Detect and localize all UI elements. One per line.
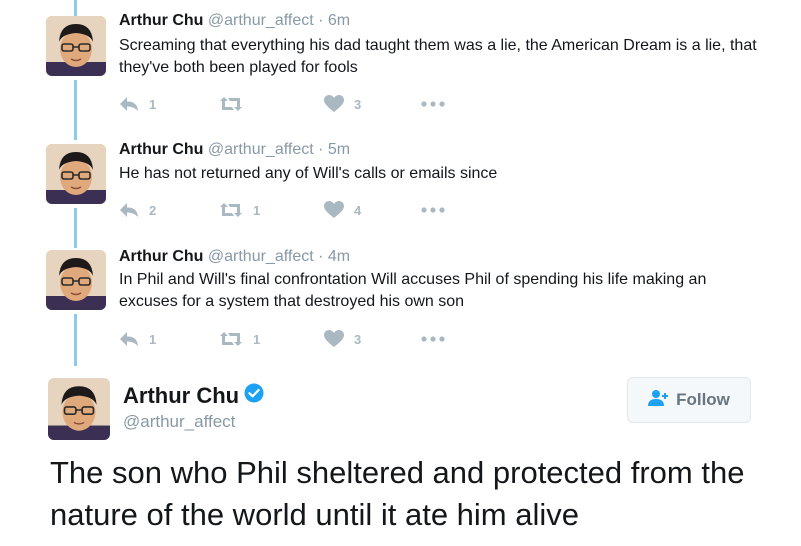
like-button[interactable]: 4 bbox=[324, 200, 361, 220]
avatar[interactable] bbox=[46, 250, 106, 310]
more-button[interactable] bbox=[421, 329, 445, 349]
avatar[interactable] bbox=[46, 16, 106, 76]
avatar[interactable] bbox=[46, 144, 106, 204]
follow-user-icon bbox=[648, 389, 670, 412]
reply-icon bbox=[119, 331, 139, 347]
reply-count: 1 bbox=[149, 96, 157, 112]
reply-button[interactable]: 1 bbox=[119, 329, 156, 349]
reply-icon bbox=[119, 96, 139, 112]
main-tweet: Arthur Chu @arthur_affect Follow The son… bbox=[0, 370, 801, 546]
more-button[interactable] bbox=[421, 200, 445, 220]
tweet-text: Screaming that everything his dad taught… bbox=[119, 37, 757, 76]
more-icon bbox=[421, 336, 445, 342]
more-button[interactable] bbox=[421, 94, 445, 114]
verified-icon bbox=[244, 383, 264, 409]
author-name[interactable]: Arthur Chu bbox=[119, 141, 203, 158]
retweet-button[interactable]: 1 bbox=[219, 200, 260, 220]
retweet-button[interactable] bbox=[219, 94, 253, 114]
retweet-icon bbox=[219, 96, 243, 112]
retweet-icon bbox=[219, 331, 243, 347]
retweet-count: 1 bbox=[253, 331, 261, 347]
main-tweet-text: The son who Phil sheltered and protected… bbox=[50, 455, 745, 532]
author-name-row: Arthur Chu bbox=[123, 383, 264, 409]
author-handle[interactable]: @arthur_affect bbox=[208, 12, 314, 29]
tweet[interactable]: Arthur Chu @arthur_affect · 6m Screaming… bbox=[0, 0, 801, 125]
like-count: 4 bbox=[354, 202, 362, 218]
tweet-text: He has not returned any of Will's calls … bbox=[119, 165, 498, 182]
retweet-count: 1 bbox=[253, 202, 261, 218]
like-button[interactable]: 3 bbox=[324, 329, 361, 349]
author-handle[interactable]: @arthur_affect bbox=[208, 141, 314, 158]
avatar[interactable] bbox=[48, 378, 110, 440]
timestamp[interactable]: · 5m bbox=[318, 141, 350, 158]
retweet-icon bbox=[219, 202, 243, 218]
timestamp[interactable]: · 6m bbox=[318, 12, 350, 29]
like-count: 3 bbox=[354, 96, 362, 112]
more-icon bbox=[421, 101, 445, 107]
like-count: 3 bbox=[354, 331, 362, 347]
heart-icon bbox=[324, 95, 344, 113]
tweet[interactable]: Arthur Chu @arthur_affect · 4m In Phil a… bbox=[0, 232, 801, 362]
author-name[interactable]: Arthur Chu bbox=[119, 248, 203, 265]
follow-button[interactable]: Follow bbox=[627, 377, 751, 423]
author-handle[interactable]: @arthur_affect bbox=[123, 412, 235, 432]
like-button[interactable]: 3 bbox=[324, 94, 361, 114]
tweet-text: In Phil and Will's final confrontation W… bbox=[119, 271, 707, 310]
author-handle[interactable]: @arthur_affect bbox=[208, 248, 314, 265]
reply-button[interactable]: 1 bbox=[119, 94, 156, 114]
reply-icon bbox=[119, 202, 139, 218]
reply-button[interactable]: 2 bbox=[119, 200, 156, 220]
author-name[interactable]: Arthur Chu bbox=[119, 12, 203, 29]
more-icon bbox=[421, 207, 445, 213]
retweet-button[interactable]: 1 bbox=[219, 329, 260, 349]
reply-count: 1 bbox=[149, 331, 157, 347]
timestamp[interactable]: · 4m bbox=[318, 248, 350, 265]
heart-icon bbox=[324, 330, 344, 348]
author-name[interactable]: Arthur Chu bbox=[123, 383, 239, 409]
heart-icon bbox=[324, 201, 344, 219]
reply-count: 2 bbox=[149, 202, 157, 218]
follow-label: Follow bbox=[676, 390, 730, 409]
tweet[interactable]: Arthur Chu @arthur_affect · 5m He has no… bbox=[0, 125, 801, 232]
